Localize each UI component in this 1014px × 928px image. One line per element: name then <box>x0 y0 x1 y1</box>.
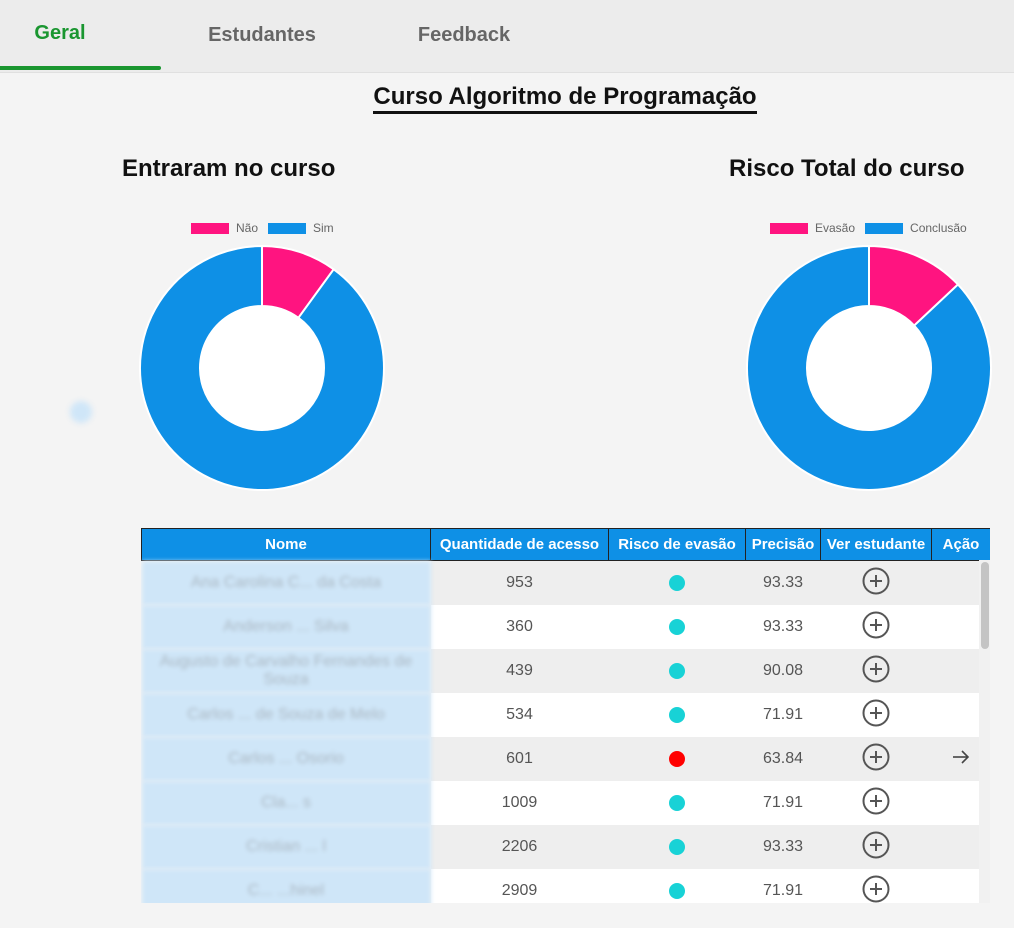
table-row: Ana Carolina C... da Costa 953 93.33 <box>141 560 990 605</box>
arrow-right-icon[interactable] <box>951 749 971 770</box>
legend-item-conclusao[interactable]: Conclusão <box>865 221 967 235</box>
risk-indicator-low <box>669 838 685 855</box>
header-precisao[interactable]: Precisão <box>745 528 821 561</box>
table-header-row: Nome Quantidade de acesso Risco de evasã… <box>141 528 990 561</box>
table-row: Cristian ... l 2206 93.33 <box>141 825 990 869</box>
access-count: 360 <box>430 605 609 649</box>
risk-cell <box>608 605 746 649</box>
access-count: 601 <box>430 737 609 781</box>
plus-circle-icon[interactable] <box>862 743 890 776</box>
risk-indicator-low <box>669 618 685 635</box>
risk-cell <box>608 869 746 903</box>
legend-risk: Evasão Conclusão <box>770 221 977 235</box>
legend-item-nao[interactable]: Não <box>191 221 258 235</box>
view-student-cell <box>820 781 932 825</box>
student-name: Carlos ... de Souza de Melo <box>141 693 431 737</box>
risk-indicator-low <box>669 794 685 811</box>
header-acao[interactable]: Ação <box>931 528 990 561</box>
header-risco-evasao[interactable]: Risco de evasão <box>608 528 746 561</box>
student-name: Ana Carolina C... da Costa <box>141 560 431 605</box>
risk-cell <box>608 781 746 825</box>
access-count: 439 <box>430 649 609 693</box>
table-row: Carlos ... Osorio 601 63.84 <box>141 737 990 781</box>
plus-circle-icon[interactable] <box>862 699 890 732</box>
risk-donut-hole <box>807 306 931 430</box>
page-title: Curso Algoritmo de Programação <box>0 83 1014 114</box>
precision-value: 71.91 <box>745 693 821 737</box>
precision-value: 93.33 <box>745 825 821 869</box>
precision-value: 93.33 <box>745 605 821 649</box>
student-name: Anderson ... Silva <box>141 605 431 649</box>
risk-indicator-low <box>669 662 685 679</box>
tab-estudantes[interactable]: Estudantes <box>186 0 338 70</box>
view-student-cell <box>820 869 932 904</box>
view-student-cell <box>820 737 932 781</box>
plus-circle-icon[interactable] <box>862 831 890 864</box>
plus-circle-icon[interactable] <box>862 787 890 820</box>
table-row: Augusto de Carvalho Fernandes de Souza 43… <box>141 649 990 693</box>
precision-value: 71.91 <box>745 781 821 825</box>
donut-chart-risk[interactable] <box>746 245 992 491</box>
access-count: 2206 <box>430 825 609 869</box>
students-table: Nome Quantidade de acesso Risco de evasã… <box>141 528 990 903</box>
table-row: Carlos ... de Souza de Melo 534 71.91 <box>141 693 990 737</box>
legend-item-sim[interactable]: Sim <box>268 221 334 235</box>
risk-cell <box>608 737 746 781</box>
chart-title-entered: Entraram no curso <box>122 155 336 182</box>
risk-cell <box>608 693 746 737</box>
access-count: 2909 <box>430 869 609 903</box>
risk-cell <box>608 825 746 869</box>
student-name: Carlos ... Osorio <box>141 737 431 781</box>
view-student-cell <box>820 693 932 737</box>
header-quantidade-acesso[interactable]: Quantidade de acesso <box>430 528 609 561</box>
tab-feedback[interactable]: Feedback <box>400 0 528 70</box>
blurred-marker <box>70 401 92 423</box>
students-table-container: Nome Quantidade de acesso Risco de evasã… <box>141 528 990 903</box>
table-row: Cla... s 1009 71.91 <box>141 781 990 825</box>
tab-geral[interactable]: Geral <box>0 0 120 68</box>
student-name: Augusto de Carvalho Fernandes de Souza <box>141 649 431 693</box>
entered-donut-hole <box>200 306 324 430</box>
precision-value: 63.84 <box>745 737 821 781</box>
header-ver-estudante[interactable]: Ver estudante <box>820 528 932 561</box>
donut-chart-entered[interactable] <box>139 245 385 491</box>
table-row: C... ...hinel 2909 71.91 <box>141 869 990 904</box>
student-name: Cla... s <box>141 781 431 825</box>
risk-cell <box>608 649 746 693</box>
risk-indicator-low <box>669 574 685 591</box>
precision-value: 90.08 <box>745 649 821 693</box>
plus-circle-icon[interactable] <box>862 611 890 644</box>
student-name: Cristian ... l <box>141 825 431 869</box>
plus-circle-icon[interactable] <box>862 875 890 904</box>
tab-bar: Geral Estudantes Feedback <box>0 0 1014 73</box>
precision-value: 93.33 <box>745 560 821 605</box>
header-nome[interactable]: Nome <box>141 528 431 561</box>
table-scrollbar-thumb[interactable] <box>981 562 989 649</box>
access-count: 953 <box>430 560 609 605</box>
view-student-cell <box>820 560 932 605</box>
legend-item-evasao[interactable]: Evasão <box>770 221 855 235</box>
risk-cell <box>608 560 746 605</box>
table-row: Anderson ... Silva 360 93.33 <box>141 605 990 649</box>
precision-value: 71.91 <box>745 869 821 903</box>
risk-indicator-low <box>669 882 685 899</box>
active-tab-indicator <box>0 66 161 70</box>
view-student-cell <box>820 605 932 649</box>
plus-circle-icon[interactable] <box>862 655 890 688</box>
view-student-cell <box>820 649 932 693</box>
legend-entered: Não Sim <box>191 221 344 235</box>
risk-indicator-low <box>669 706 685 723</box>
student-name: C... ...hinel <box>141 869 431 903</box>
chart-title-risk: Risco Total do curso <box>729 155 965 182</box>
view-student-cell <box>820 825 932 869</box>
access-count: 534 <box>430 693 609 737</box>
risk-indicator-high <box>669 750 685 767</box>
plus-circle-icon[interactable] <box>862 567 890 600</box>
access-count: 1009 <box>430 781 609 825</box>
